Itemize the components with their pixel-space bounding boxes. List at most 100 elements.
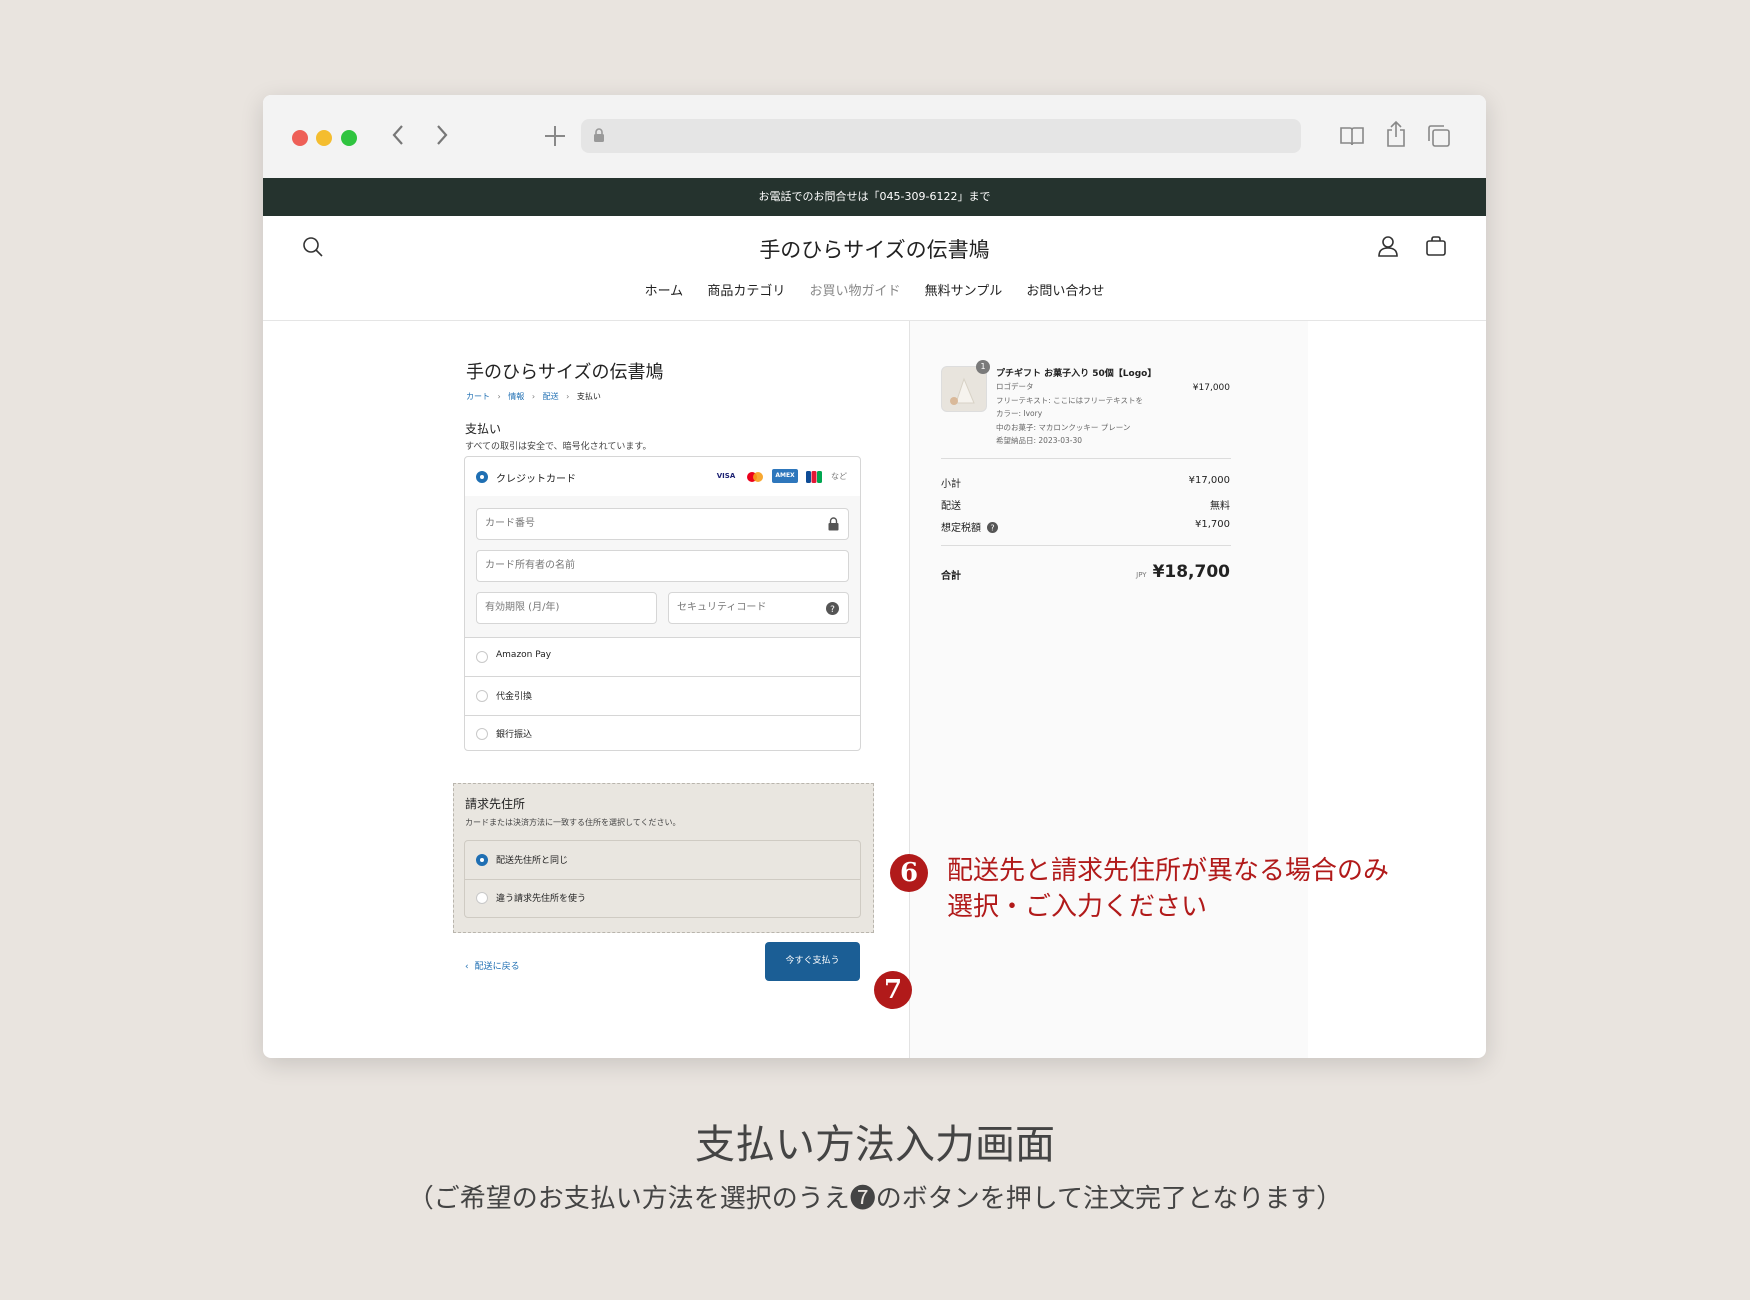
store-title[interactable]: 手のひらサイズの伝書鳩: [263, 234, 1486, 264]
billing-same-label: 配送先住所と同じ: [496, 856, 569, 866]
total-block: JPY ¥18,700: [1136, 562, 1230, 582]
card-number-input[interactable]: カード番号: [476, 508, 849, 540]
currency-code: JPY: [1136, 571, 1147, 579]
security-code-input[interactable]: セキュリティコード ?: [668, 592, 849, 624]
reader-icon[interactable]: [1339, 124, 1365, 152]
payment-subtext: すべての取引は安全で、暗号化されています。: [465, 442, 652, 452]
billing-subtext: カードまたは決済方法に一致する住所を選択してください。: [465, 818, 681, 827]
credit-card-radio[interactable]: [476, 471, 488, 483]
detail-line: 希望納品日: 2023-03-30: [996, 436, 1082, 445]
card-brands-more: など: [831, 472, 847, 481]
expiry-input[interactable]: 有効期限 (月/年): [476, 592, 657, 624]
shipping-label: 配送: [941, 501, 961, 512]
tax-row-label: 想定税額 ?: [941, 519, 999, 534]
product-price: ¥17,000: [1192, 383, 1230, 393]
svg-text:?: ?: [991, 524, 995, 533]
billing-different-radio[interactable]: [476, 892, 488, 904]
back-icon[interactable]: [391, 123, 405, 152]
forward-icon[interactable]: [435, 123, 449, 152]
store-header: 手のひらサイズの伝書鳩 ホーム 商品カテゴリ お買い物ガイド 無料サンプル お問…: [263, 216, 1486, 321]
visa-icon: VISA: [716, 472, 736, 480]
back-to-shipping-link[interactable]: ‹ 配送に戻る: [465, 959, 520, 972]
bank-transfer-option[interactable]: 銀行振込: [465, 715, 860, 750]
cod-radio[interactable]: [476, 690, 488, 702]
detail-line: カラー: Ivory: [996, 409, 1043, 418]
amazon-pay-option[interactable]: Amazon Pay: [465, 637, 860, 677]
bank-label: 銀行振込: [496, 730, 533, 740]
caption-title: 支払い方法入力画面: [695, 1122, 1055, 1168]
product-details: ロゴデータ フリーテキスト: ここにはフリーテキストを カラー: Ivory 中…: [996, 380, 1143, 448]
amazon-pay-label: Amazon Pay: [496, 650, 552, 660]
nav-contact[interactable]: お問い合わせ: [1026, 284, 1104, 299]
card-fields: カード番号 カード所有者の名前 有効期限 (月/年) セキュリティコード ?: [465, 496, 860, 638]
expiry-placeholder: 有効期限 (月/年): [485, 602, 560, 613]
billing-highlight: 請求先住所 カードまたは決済方法に一致する住所を選択してください。 配送先住所と…: [453, 783, 874, 933]
product-name: プチギフト お菓子入り 50個【Logo】: [996, 369, 1157, 379]
product-thumbnail: 1: [941, 360, 990, 412]
detail-line: 中のお菓子: マカロンクッキー プレーン: [996, 422, 1131, 432]
billing-same-option[interactable]: 配送先住所と同じ: [465, 841, 860, 880]
payment-heading: 支払い: [465, 422, 502, 436]
announcement-text: お電話でのお問合せは「045-309-6122」まで: [758, 190, 991, 203]
nav-categories[interactable]: 商品カテゴリ: [707, 284, 785, 299]
step-7-badge: 7: [874, 971, 912, 1009]
address-bar[interactable]: [581, 119, 1301, 153]
lock-icon: [828, 517, 839, 531]
back-link-label: 配送に戻る: [474, 962, 520, 972]
card-name-input[interactable]: カード所有者の名前: [476, 550, 849, 582]
order-summary: 1 プチギフト お菓子入り 50個【Logo】 ロゴデータ フリーテキスト: こ…: [910, 321, 1308, 1058]
security-code-placeholder: セキュリティコード: [677, 602, 767, 613]
shipping-value: 無料: [1210, 501, 1230, 512]
billing-different-option[interactable]: 違う請求先住所を使う: [465, 879, 860, 917]
credit-card-option[interactable]: クレジットカード VISA AMEX など: [465, 457, 860, 497]
nav-home[interactable]: ホーム: [645, 284, 684, 299]
main-nav: ホーム 商品カテゴリ お買い物ガイド 無料サンプル お問い合わせ: [263, 280, 1486, 299]
breadcrumb-cart[interactable]: カート: [466, 392, 490, 401]
tax-value: ¥1,700: [1195, 519, 1230, 530]
checkout-main: 手のひらサイズの伝書鳩 カート › 情報 › 配送 › 支払い 支払い すべての…: [263, 321, 910, 1058]
mastercard-icon: [744, 469, 766, 483]
svg-text:?: ?: [830, 605, 835, 615]
cod-option[interactable]: 代金引換: [465, 676, 860, 716]
breadcrumb-info[interactable]: 情報: [508, 392, 524, 401]
payment-methods: クレジットカード VISA AMEX など カード番号 カード所有者の名前 有効…: [464, 456, 861, 751]
new-tab-icon[interactable]: [543, 124, 567, 153]
amazon-pay-radio[interactable]: [476, 651, 488, 663]
chevron-left-icon: ‹: [465, 962, 469, 972]
divider: [941, 458, 1231, 459]
breadcrumb-payment: 支払い: [576, 392, 601, 401]
credit-card-label: クレジットカード: [496, 474, 576, 485]
cart-icon[interactable]: [1425, 235, 1447, 261]
detail-line: ロゴデータ: [996, 382, 1034, 391]
subtotal-label: 小計: [941, 479, 961, 490]
help-icon: ?: [987, 522, 999, 533]
browser-window: お電話でのお問合せは「045-309-6122」まで 手のひらサイズの伝書鳩 ホ…: [263, 95, 1486, 1058]
tabs-icon[interactable]: [1426, 124, 1452, 152]
divider: [941, 545, 1231, 546]
quantity-badge: 1: [976, 360, 990, 374]
bank-radio[interactable]: [476, 728, 488, 740]
share-icon[interactable]: [1385, 120, 1407, 152]
tax-label: 想定税額: [941, 523, 981, 534]
zoom-dot[interactable]: [341, 130, 357, 146]
nav-guide[interactable]: お買い物ガイド: [809, 284, 900, 299]
detail-line: フリーテキスト: ここにはフリーテキストを: [996, 395, 1143, 405]
subtotal-value: ¥17,000: [1188, 475, 1230, 486]
nav-samples[interactable]: 無料サンプル: [925, 284, 1003, 299]
close-dot[interactable]: [292, 130, 308, 146]
step-6-line1: 配送先と請求先住所が異なる場合のみ: [947, 856, 1390, 886]
step-6-line2: 選択・ご入力ください: [947, 892, 1208, 922]
total-value: ¥18,700: [1152, 562, 1230, 582]
jcb-icon: [806, 469, 822, 483]
card-name-placeholder: カード所有者の名前: [485, 560, 575, 571]
total-label: 合計: [941, 571, 961, 582]
help-icon: ?: [826, 602, 839, 615]
minimize-dot[interactable]: [316, 130, 332, 146]
breadcrumb-shipping[interactable]: 配送: [543, 392, 559, 401]
pay-now-button[interactable]: 今すぐ支払う: [765, 942, 860, 981]
step-6-note: 配送先と請求先住所が異なる場合のみ 選択・ご入力ください: [947, 853, 1389, 925]
announcement-bar: お電話でのお問合せは「045-309-6122」まで: [263, 178, 1486, 216]
billing-same-radio[interactable]: [476, 854, 488, 866]
amex-icon: AMEX: [772, 469, 798, 483]
account-icon[interactable]: [1377, 235, 1399, 261]
